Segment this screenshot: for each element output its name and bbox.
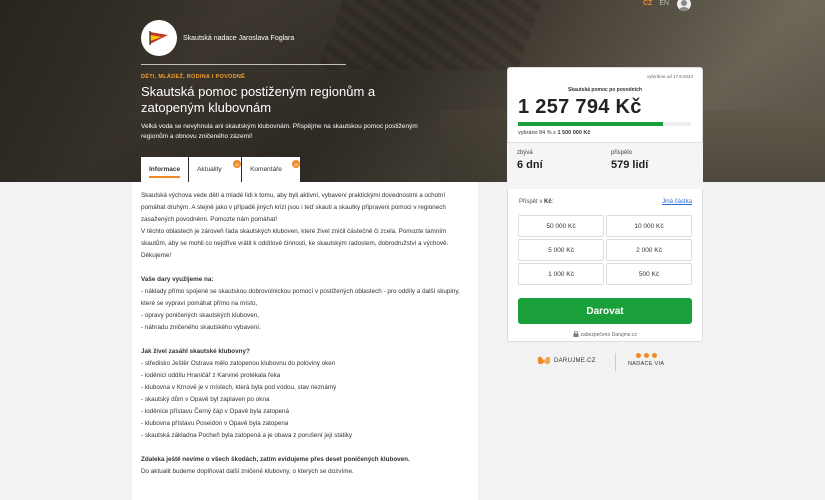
paragraph: V těchto oblastech je zároveň řada skaut… — [141, 228, 449, 247]
amount-option[interactable]: 2 000 Kč — [606, 239, 692, 261]
campaign-date: vybíráme od 17.9.2024 — [646, 74, 693, 79]
list-item: - náklady přímo spojené se skautskou dob… — [141, 288, 460, 307]
amount-option[interactable]: 1 000 Kč — [518, 263, 604, 285]
divider — [141, 64, 346, 65]
paragraph: Skautská výchova vede děti a mladé lidi … — [141, 192, 446, 223]
amount-option[interactable]: 5 000 Kč — [518, 239, 604, 261]
remaining-stat: zbývá 6 dní — [517, 150, 543, 171]
raised-amount: 1 257 794 Kč — [518, 96, 642, 118]
list-item: - klubovna přístavu Poseidon v Opavě byl… — [141, 420, 289, 427]
list-item: - středisko Ještěr Ostrava mělo zatopeno… — [141, 360, 336, 367]
list-item: - skautská základna Pocheň byla zatopená… — [141, 432, 353, 439]
secured-note: zabezpečeno Darujme.cz — [508, 330, 702, 338]
count-badge: 10 — [292, 160, 301, 168]
stats-panel: zbývá 6 dní přispělo 579 lidí — [507, 142, 703, 189]
organization[interactable]: Skautská nadace Jaroslava Foglara — [141, 20, 294, 56]
progress-bar — [518, 122, 691, 126]
darujme-logo[interactable]: DARUJME.CZ — [537, 355, 596, 367]
org-name: Skautská nadace Jaroslava Foglara — [183, 34, 295, 42]
donate-button[interactable]: Darovat — [518, 298, 692, 324]
paragraph: Do aktualit budeme doplňovat další zniče… — [141, 468, 354, 475]
lang-cz[interactable]: CZ — [643, 0, 652, 7]
lang-en[interactable]: EN — [659, 0, 669, 7]
amount-option[interactable]: 10 000 Kč — [606, 215, 692, 237]
list-item: - skautský dům v Opavě byl zaplaven po o… — [141, 396, 270, 403]
tab-label: Informace — [149, 166, 181, 173]
tab-komentare[interactable]: Komentáře 10 — [242, 157, 301, 182]
list-item: - loděnice přístavu Černý čáp v Opavě by… — [141, 408, 290, 415]
amount-option[interactable]: 50 000 Kč — [518, 215, 604, 237]
page-subtitle: Velká voda se nevyhnula ani skautským kl… — [141, 123, 418, 140]
user-icon[interactable] — [677, 0, 691, 11]
nadace-via-logo[interactable]: NADACE VIA — [628, 353, 664, 367]
tab-informace[interactable]: Informace — [141, 157, 189, 182]
page-title: Skautská pomoc postiženým regionům a zat… — [141, 84, 376, 115]
lock-icon — [573, 330, 579, 337]
donors-stat: přispělo 579 lidí — [611, 150, 649, 171]
partners: DARUJME.CZ NADACE VIA — [537, 353, 677, 371]
progress-text: vybráno 84 % z 1 500 000 Kč — [518, 130, 591, 136]
org-logo — [141, 20, 177, 56]
amount-option[interactable]: 500 Kč — [606, 263, 692, 285]
count-badge: 10 — [233, 160, 242, 168]
section-heading: Zdaleka ještě nevíme o všech škodách, za… — [141, 456, 410, 463]
tab-aktuality[interactable]: Aktuality 10 — [189, 157, 242, 182]
list-item: - klubovna v Krnově je v místech, která … — [141, 384, 337, 391]
list-item: - náhradu zničeného skautského vybavení. — [141, 324, 261, 331]
tab-bar: Informace Aktuality 10 Komentáře 10 — [141, 157, 301, 182]
category-tags: DĚTI, MLÁDEŽ, RODINA I POVODNĚ — [141, 74, 246, 80]
tab-label: Aktuality — [197, 166, 222, 173]
currency-label: Přispět v Kč: — [519, 199, 554, 205]
description-panel: Skautská výchova vede děti a mladé lidi … — [132, 182, 478, 500]
butterfly-icon — [537, 356, 551, 365]
list-item: - loděnici oddílu Hraničář z Karviné pro… — [141, 372, 281, 379]
section-heading: Jak živel zasáhl skautské klubovny? — [141, 348, 250, 355]
tab-label: Komentáře — [250, 166, 282, 173]
other-amount-link[interactable]: Jiná částka — [662, 199, 692, 205]
language-switcher[interactable]: CZ EN — [643, 0, 669, 7]
paragraph: Děkujeme! — [141, 252, 172, 259]
donation-form: Přispět v Kč: Jiná částka 50 000 Kč 10 0… — [507, 189, 703, 342]
amount-grid: 50 000 Kč 10 000 Kč 5 000 Kč 2 000 Kč 1 … — [518, 215, 692, 285]
campaign-name: Skautská pomoc po povodních — [568, 87, 642, 93]
list-item: - opravy poničených skautských kluboven, — [141, 312, 259, 319]
section-heading: Vaše dary využijeme na: — [141, 276, 214, 283]
